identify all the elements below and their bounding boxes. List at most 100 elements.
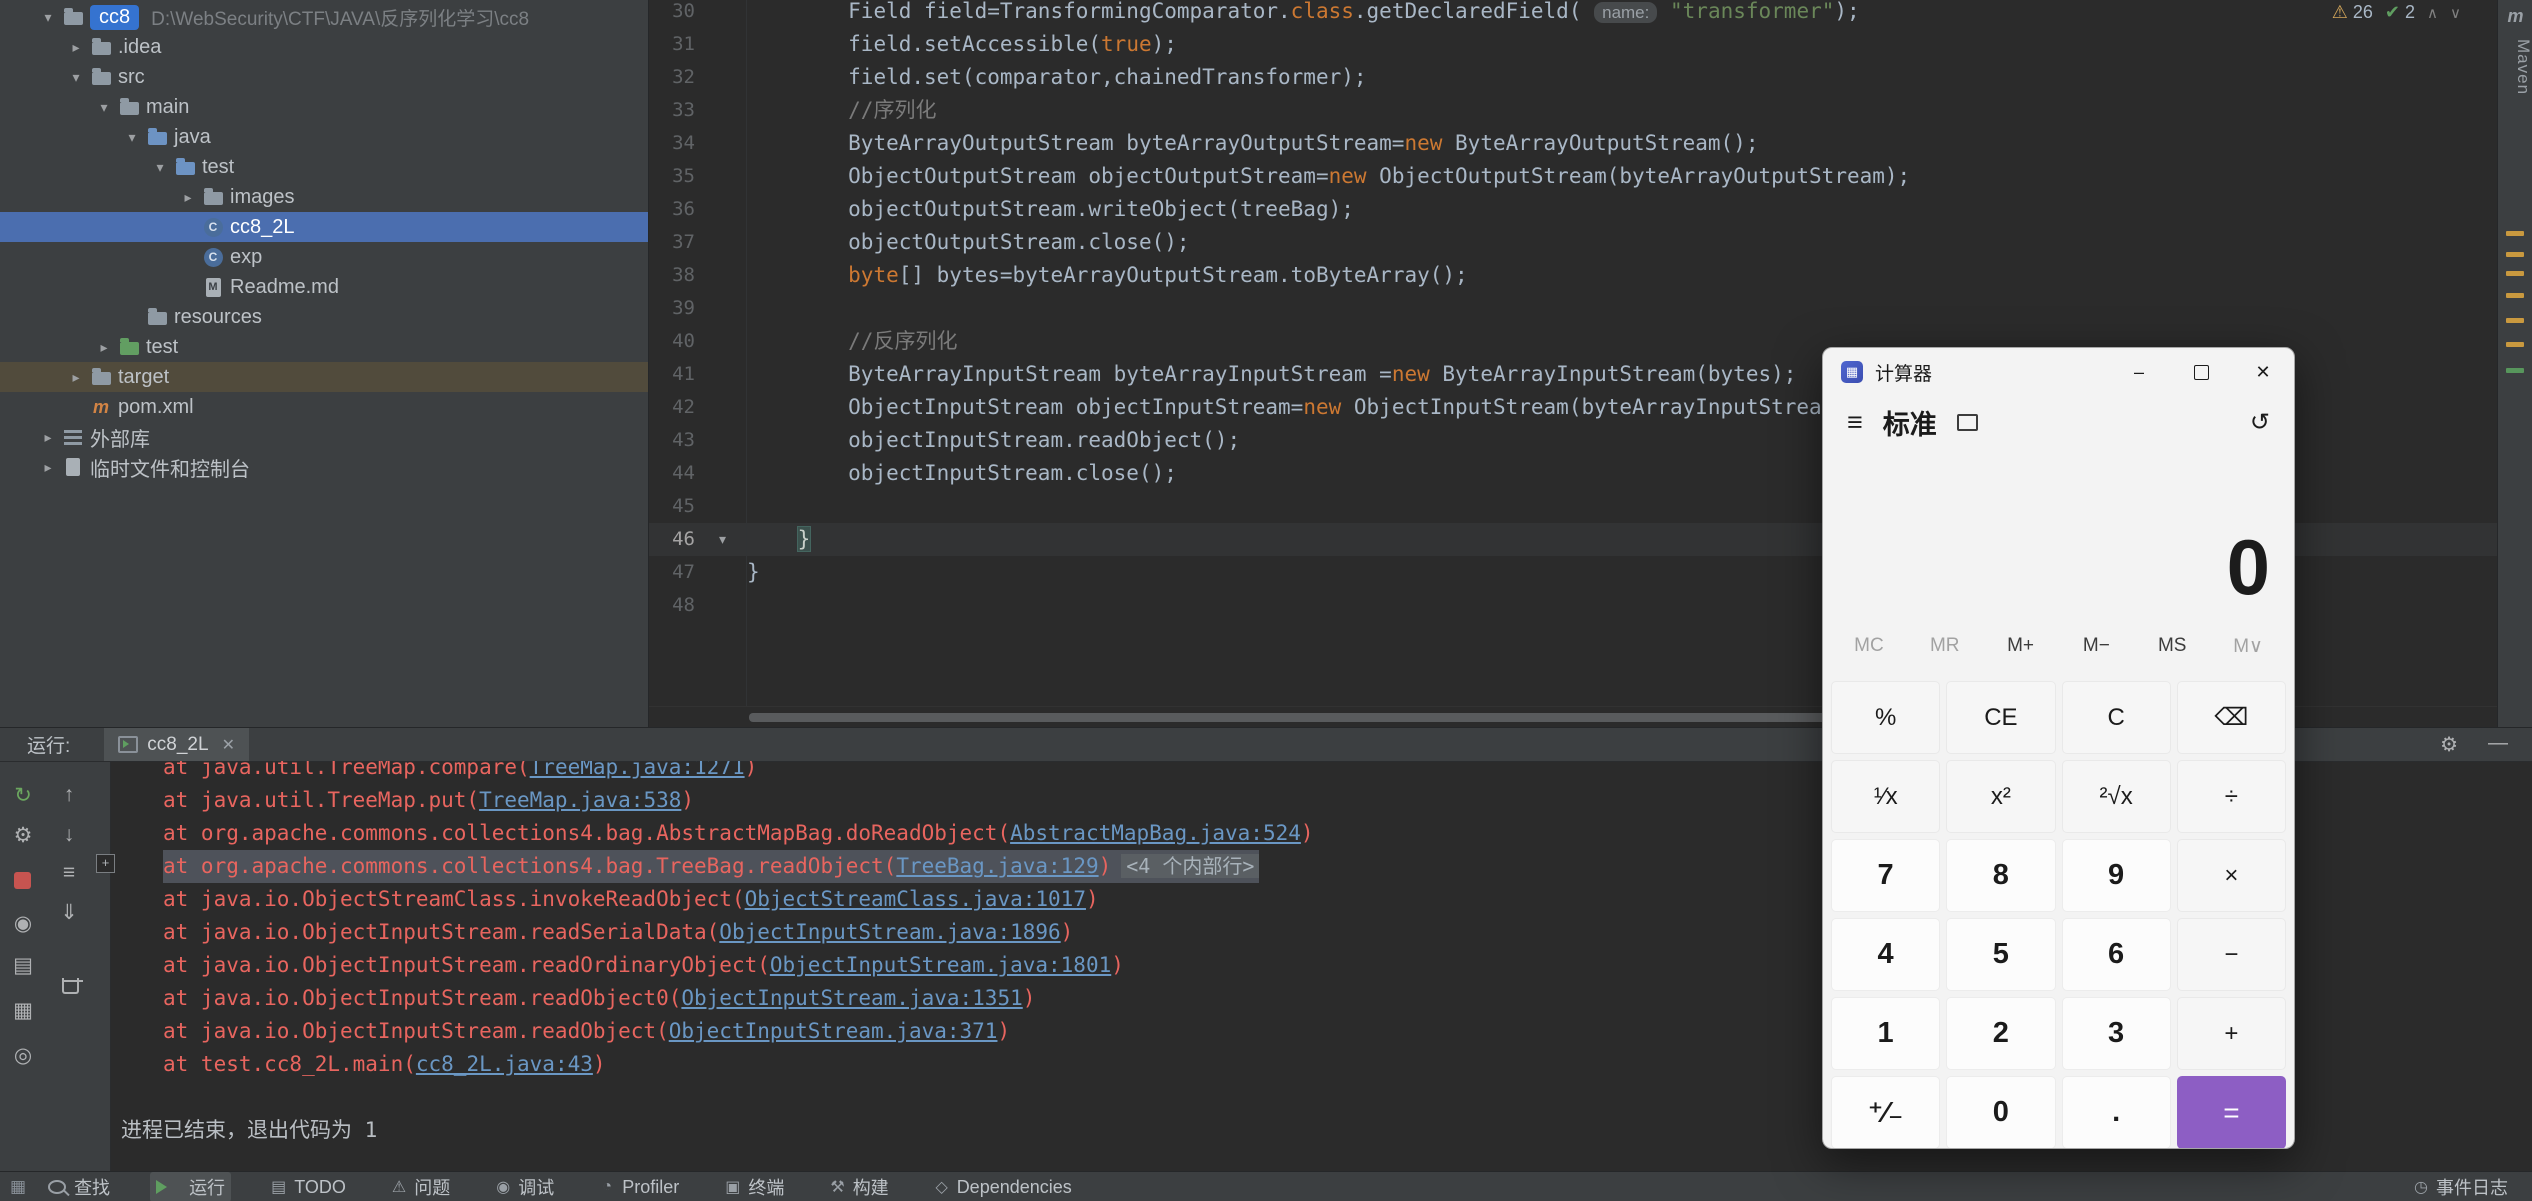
soft-wrap-icon[interactable]: ≡ xyxy=(56,860,82,886)
tree-item[interactable]: ▸ 临时文件和控制台 xyxy=(0,452,648,482)
trash-icon[interactable] xyxy=(62,978,83,994)
chevron-right-icon[interactable]: ▸ xyxy=(64,369,88,386)
tree-item[interactable]: ▸ .idea xyxy=(0,32,648,62)
chevron-down-icon[interactable]: ▾ xyxy=(120,129,144,146)
stack-frame-link[interactable]: cc8_2L.java:43 xyxy=(416,1052,593,1076)
tree-item[interactable]: ▸ 外部库 xyxy=(0,422,648,452)
calc-reciprocal-button[interactable]: ¹⁄x xyxy=(1831,760,1941,833)
keep-on-top-icon[interactable] xyxy=(1956,413,1978,431)
calculator-window[interactable]: 计算器 – ✕ ≡ 标准 ↺ 0 MCMRM+M−MSM∨ %CEC⌫ ¹⁄xx²… xyxy=(1822,347,2295,1149)
warning-stripe-mark[interactable] xyxy=(2506,318,2524,323)
stack-frame-link[interactable]: TreeMap.java:538 xyxy=(479,788,681,812)
tree-item[interactable]: ▾ main xyxy=(0,92,648,122)
stop-icon[interactable] xyxy=(14,872,31,889)
calc-five-button[interactable]: 5 xyxy=(1946,918,2056,991)
chevron-right-icon[interactable]: ▸ xyxy=(64,39,88,56)
tool-tab-maven[interactable]: Maven xyxy=(2498,39,2532,95)
expand-fold-icon[interactable]: + xyxy=(96,854,115,873)
close-button[interactable]: ✕ xyxy=(2232,348,2294,396)
stack-frame-link[interactable]: AbstractMapBag.java:524 xyxy=(1010,821,1301,845)
chevron-right-icon[interactable]: ▸ xyxy=(176,189,200,206)
calc-three-button[interactable]: 3 xyxy=(2061,997,2171,1070)
pin-icon[interactable]: ◎ xyxy=(10,1042,36,1068)
calc-nine-button[interactable]: 9 xyxy=(2061,839,2171,912)
calc-memory-recall-button[interactable]: MR xyxy=(1907,635,1983,657)
stack-frame-link[interactable]: ObjectInputStream.java:1351 xyxy=(681,986,1022,1010)
fold-marker-icon[interactable]: ▾ xyxy=(719,523,726,556)
prev-issue-icon[interactable]: ∧ xyxy=(2427,4,2438,22)
history-icon[interactable]: ↺ xyxy=(2250,408,2270,437)
tree-item[interactable]: m pom.xml xyxy=(0,392,648,422)
rerun-icon[interactable]: ↻ xyxy=(10,782,36,808)
hscroll-thumb[interactable] xyxy=(749,713,1829,722)
calc-subtract-button[interactable]: − xyxy=(2176,918,2286,991)
tree-item[interactable]: Ccc8_2L xyxy=(0,212,648,242)
calc-decimal-button[interactable]: . xyxy=(2061,1076,2171,1148)
menu-icon[interactable]: ≡ xyxy=(1847,407,1863,438)
tree-item[interactable]: Cexp xyxy=(0,242,648,272)
calc-memory-flyout-button[interactable]: M∨ xyxy=(2210,635,2286,658)
warning-stripe-mark[interactable] xyxy=(2506,271,2524,276)
calc-square-root-button[interactable]: ²√x xyxy=(2061,760,2171,833)
chevron-down-icon[interactable]: ▾ xyxy=(148,159,172,176)
calc-memory-clear-button[interactable]: MC xyxy=(1831,635,1907,657)
statusbar-problems[interactable]: ⚠ 问题 xyxy=(386,1172,456,1201)
calc-eight-button[interactable]: 8 xyxy=(1946,839,2056,912)
calc-equals-button[interactable]: = xyxy=(2176,1076,2286,1148)
statusbar-build[interactable]: ⚒ 构建 xyxy=(824,1172,894,1201)
chevron-right-icon[interactable]: ▸ xyxy=(92,339,116,356)
tree-item[interactable]: ▾ cc8 D:\WebSecurity\CTF\JAVA\反序列化学习\cc8 xyxy=(0,2,648,32)
tree-item[interactable]: ▾ java xyxy=(0,122,648,152)
monitor-icon[interactable]: ▤ xyxy=(10,952,36,978)
scroll-end-icon[interactable]: ⇓ xyxy=(56,899,82,925)
statusbar-profiler[interactable]: ◔ Profiler xyxy=(594,1175,685,1200)
calc-backspace-button[interactable]: ⌫ xyxy=(2176,681,2286,754)
tree-item[interactable]: ▸ images xyxy=(0,182,648,212)
stack-frame-link[interactable]: TreeBag.java:129 xyxy=(896,854,1098,878)
calc-percent-button[interactable]: % xyxy=(1831,681,1941,754)
calc-square-button[interactable]: x² xyxy=(1946,760,2056,833)
warning-stripe-mark[interactable] xyxy=(2506,252,2524,257)
stack-frame-link[interactable]: ObjectInputStream.java:371 xyxy=(669,1019,998,1043)
tree-item[interactable]: Readme.md xyxy=(0,272,648,302)
calc-one-button[interactable]: 1 xyxy=(1831,997,1941,1070)
screenshot-icon[interactable]: ◉ xyxy=(10,910,36,936)
statusbar-find[interactable]: 查找 xyxy=(42,1172,116,1201)
folded-frames-badge[interactable]: <4 个内部行> xyxy=(1121,854,1260,878)
tree-item[interactable]: ▸ target xyxy=(0,362,648,392)
tree-item[interactable]: ▸ test xyxy=(0,332,648,362)
next-issue-icon[interactable]: ∨ xyxy=(2450,4,2461,22)
calc-zero-button[interactable]: 0 xyxy=(1946,1076,2056,1148)
calc-negate-button[interactable]: ⁺⁄₋ xyxy=(1831,1076,1941,1148)
calc-multiply-button[interactable]: × xyxy=(2176,839,2286,912)
calc-add-button[interactable]: + xyxy=(2176,997,2286,1070)
down-icon[interactable]: ↓ xyxy=(56,822,82,848)
calc-memory-subtract-button[interactable]: M− xyxy=(2058,635,2134,657)
stack-frame-link[interactable]: ObjectStreamClass.java:1017 xyxy=(745,887,1086,911)
info-stripe-mark[interactable] xyxy=(2506,368,2524,373)
stack-frame-link[interactable]: ObjectInputStream.java:1801 xyxy=(770,953,1111,977)
stack-frame-link[interactable]: ObjectInputStream.java:1896 xyxy=(719,920,1060,944)
maximize-button[interactable] xyxy=(2170,348,2232,396)
tree-item[interactable]: resources xyxy=(0,302,648,332)
tool-window-switcher-icon[interactable]: ▦ xyxy=(10,1177,26,1197)
chevron-right-icon[interactable]: ▸ xyxy=(36,429,60,446)
chevron-down-icon[interactable]: ▾ xyxy=(36,9,60,26)
inspections-widget[interactable]: ⚠ 26 ✔ 2 ∧ ∨ xyxy=(2332,2,2461,23)
statusbar-debug[interactable]: ◉ 调试 xyxy=(490,1172,560,1201)
calc-memory-store-button[interactable]: MS xyxy=(2134,635,2210,657)
settings-icon[interactable]: ⚙ xyxy=(2440,732,2458,757)
tree-item[interactable]: ▾ src xyxy=(0,62,648,92)
project-panel[interactable]: ▾ cc8 D:\WebSecurity\CTF\JAVA\反序列化学习\cc8 ▸.… xyxy=(0,0,649,727)
calc-clear-entry-button[interactable]: CE xyxy=(1946,681,2056,754)
chevron-right-icon[interactable]: ▸ xyxy=(36,459,60,476)
chevron-down-icon[interactable]: ▾ xyxy=(64,69,88,86)
calc-two-button[interactable]: 2 xyxy=(1946,997,2056,1070)
close-tab-icon[interactable]: ✕ xyxy=(222,735,235,755)
calc-seven-button[interactable]: 7 xyxy=(1831,839,1941,912)
stack-frame-link[interactable]: TreeMap.java:1271 xyxy=(530,761,745,779)
calc-memory-add-button[interactable]: M+ xyxy=(1983,635,2059,657)
chevron-down-icon[interactable]: ▾ xyxy=(92,99,116,116)
warning-stripe-mark[interactable] xyxy=(2506,231,2524,236)
up-icon[interactable]: ↑ xyxy=(56,782,82,808)
